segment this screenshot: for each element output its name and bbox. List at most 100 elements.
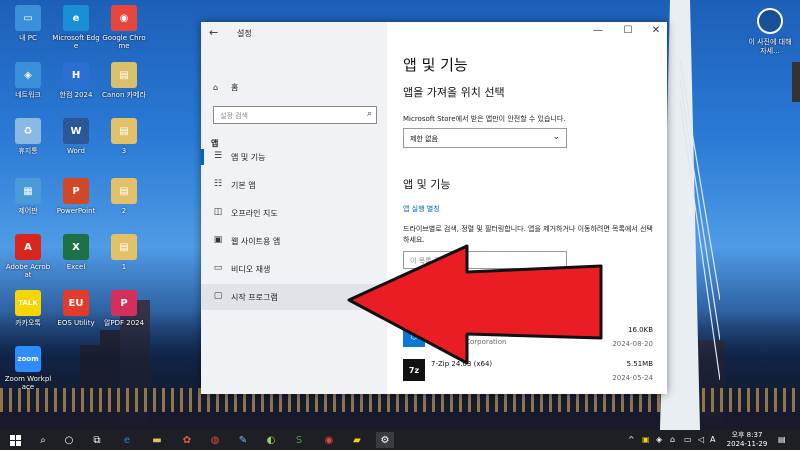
desktop-icon[interactable]: A Adobe Acrobat <box>4 234 52 279</box>
settings-search-input[interactable]: 설정 검색 ⌕ <box>213 106 377 124</box>
desktop-icon[interactable]: P 알PDF 2024 <box>100 290 148 327</box>
tray-app-icon[interactable]: ◈ <box>656 435 662 444</box>
default-apps-icon: ☷ <box>213 179 223 189</box>
ime-icon[interactable]: A <box>710 435 715 444</box>
desktop-icon[interactable]: ▦ 제어판 <box>4 178 52 215</box>
desktop-icon[interactable]: TALK 카카오톡 <box>4 290 52 327</box>
app-icon[interactable]: ◍ <box>206 432 224 448</box>
photo-info-label: 이 사진에 대해 자세... <box>748 38 792 55</box>
nav-item[interactable]: ☰ 앱 및 기능 <box>201 144 387 170</box>
windows-start-icon[interactable] <box>6 432 24 448</box>
network-icon[interactable]: ▭ <box>684 435 692 444</box>
nav-home[interactable]: ⌂ 홈 <box>213 82 238 93</box>
desktop-icon[interactable]: ◉ Google Chrome <box>100 5 148 50</box>
desktop-icon[interactable]: ♻ 휴지통 <box>4 118 52 155</box>
kakaotalk-tray-icon[interactable]: ▣ <box>642 435 650 444</box>
app-alias-link[interactable]: 앱 실행 별칭 <box>403 204 440 214</box>
desktop-app-icon: EU <box>63 290 89 316</box>
nav-item-label: 웹 사이트용 앱 <box>231 237 281 246</box>
desktop-icon-label: 2 <box>121 207 127 215</box>
desktop-app-icon: ◉ <box>111 5 137 31</box>
desktop-icon-label: 알PDF 2024 <box>103 319 145 327</box>
search-icon[interactable]: ⌕ <box>34 432 52 448</box>
desktop-icon[interactable]: H 한컴 2024 <box>52 62 100 99</box>
edge-icon[interactable]: e <box>118 432 136 448</box>
desktop-icon-label: 내 PC <box>19 34 37 42</box>
camera-icon <box>757 8 783 34</box>
volume-icon[interactable]: ◁ <box>698 435 704 444</box>
install-source-value: 제한 없음 <box>410 135 438 143</box>
desktop-icon-label: EOS Utility <box>57 319 95 327</box>
desktop-icon-label: Microsoft Edge <box>52 34 100 50</box>
settings-gear-icon[interactable]: ⚙ <box>376 432 394 448</box>
desktop-icon[interactable]: zoom Zoom Workplace <box>4 346 52 391</box>
web-app-icon: ▣ <box>213 235 223 245</box>
desktop-icon[interactable]: X Excel <box>52 234 100 271</box>
home-icon: ⌂ <box>213 83 219 92</box>
back-arrow-icon[interactable]: ← <box>209 26 218 39</box>
desktop-icon-label: Zoom Workplace <box>4 375 52 391</box>
desktop-icon[interactable]: W Word <box>52 118 100 155</box>
install-source-heading: 앱을 가져올 위치 선택 <box>403 86 505 99</box>
sticky-notes-icon[interactable]: ▰ <box>348 432 366 448</box>
desktop-icon-label: 3 <box>121 147 127 155</box>
photo-info-widget[interactable]: 이 사진에 대해 자세... <box>748 8 792 56</box>
desktop-app-icon: W <box>63 118 89 144</box>
cortana-icon[interactable]: ○ <box>60 432 78 448</box>
nav-item[interactable]: ☷ 기본 앱 <box>201 172 387 198</box>
app-size: 16.0KB <box>628 326 653 334</box>
desktop-icon-label: Google Chrome <box>102 34 146 50</box>
desktop-icon-label: Adobe Acrobat <box>5 263 51 279</box>
desktop-app-icon: P <box>63 178 89 204</box>
chrome-icon[interactable]: ◉ <box>320 432 338 448</box>
desktop-icon[interactable]: e Microsoft Edge <box>52 5 100 50</box>
page-title: 앱 및 기능 <box>403 56 468 74</box>
desktop-app-icon: X <box>63 234 89 260</box>
desktop-icon[interactable]: ▤ 1 <box>100 234 148 271</box>
search-icon: ⌕ <box>366 109 372 119</box>
desktop-app-icon: H <box>63 62 89 88</box>
chevron-down-icon: ⌄ <box>552 132 560 142</box>
install-source-description: Microsoft Store에서 받은 앱만이 안전할 수 있습니다. <box>403 115 566 123</box>
desktop-app-icon: ♻ <box>15 118 41 144</box>
nav-item-label: 비디오 재생 <box>231 265 271 274</box>
desktop-icon[interactable]: ◈ 네트워크 <box>4 62 52 99</box>
task-view-icon[interactable]: ⧉ <box>88 432 106 448</box>
tray-app-icon[interactable]: ⌂ <box>670 435 675 444</box>
taskbar: ⌕ ○ ⧉ e ▬ ✿ ◍ ✎ ◐ S ◉ ▰ ⚙ ^ ▣ ◈ ⌂ ▭ ◁ A … <box>0 430 800 450</box>
desktop-icon-label: 한컴 2024 <box>59 91 93 99</box>
app-icon[interactable]: ✎ <box>234 432 252 448</box>
red-arrow-annotation <box>347 244 603 365</box>
desktop-app-icon: zoom <box>15 346 41 372</box>
apps-features-heading: 앱 및 기능 <box>403 178 451 191</box>
desktop-icon[interactable]: ▭ 내 PC <box>4 5 52 42</box>
install-source-select[interactable]: 제한 없음 ⌄ <box>403 128 567 148</box>
photo-side-handle[interactable] <box>792 62 800 102</box>
video-icon: ▭ <box>213 263 223 273</box>
app-date: 2024-05-24 <box>612 374 653 382</box>
app-icon[interactable]: ◐ <box>262 432 280 448</box>
desktop-icon-label: 제어판 <box>18 207 38 215</box>
notification-icon[interactable]: ▤ <box>778 435 786 444</box>
desktop-icon-label: Word <box>67 147 85 155</box>
desktop-icon[interactable]: ▤ Canon 카메라 <box>100 62 148 99</box>
window-title: 설정 <box>237 29 252 38</box>
desktop-app-icon: ▤ <box>111 118 137 144</box>
app-date: 2024-08-20 <box>612 340 653 348</box>
clock-date: 2024-11-29 <box>726 440 768 448</box>
app-icon[interactable]: S <box>290 432 308 448</box>
desktop-icon[interactable]: ▤ 2 <box>100 178 148 215</box>
nav-item[interactable]: ◫ 오프라인 지도 <box>201 200 387 226</box>
settings-search-placeholder: 설정 검색 <box>220 112 248 120</box>
desktop-icon[interactable]: P PowerPoint <box>52 178 100 215</box>
desktop-icon[interactable]: EU EOS Utility <box>52 290 100 327</box>
app-icon[interactable]: ✿ <box>178 432 196 448</box>
taskbar-clock[interactable]: 오후 8:37 2024-11-29 <box>722 431 772 449</box>
nav-item-label: 기본 앱 <box>231 181 256 190</box>
chevron-up-icon[interactable]: ^ <box>628 435 635 444</box>
nav-home-label: 홈 <box>231 83 239 92</box>
desktop-icon-label: PowerPoint <box>56 207 96 215</box>
desktop-icon[interactable]: ▤ 3 <box>100 118 148 155</box>
file-explorer-icon[interactable]: ▬ <box>148 432 166 448</box>
desktop-app-icon: ▤ <box>111 178 137 204</box>
